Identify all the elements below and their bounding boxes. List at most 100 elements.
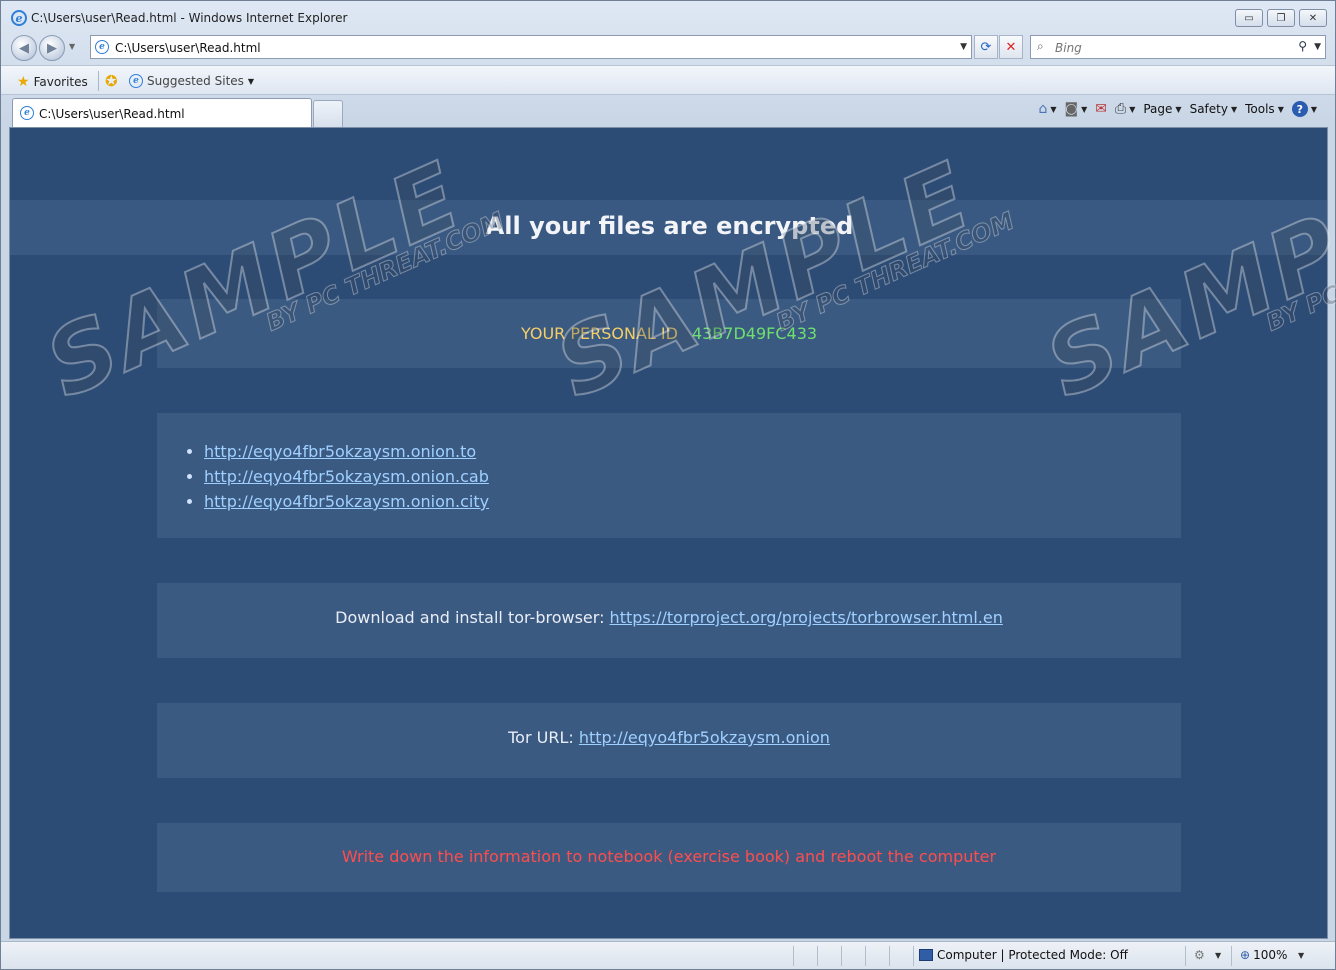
onion-link-list: http://eqyo4fbr5okzaysm.onion.to http://… (204, 439, 489, 514)
favorites-star-icon: ★ (17, 74, 30, 90)
instruction-note: Write down the information to notebook (… (341, 847, 997, 866)
security-zone[interactable]: Computer | Protected Mode: Off (919, 948, 1128, 962)
minimize-icon: ▭ (1244, 12, 1254, 24)
search-options-dropdown-icon[interactable]: ▼ (1314, 42, 1321, 52)
tor-url-line: Tor URL: http://eqyo4fbr5okzaysm.onion (157, 728, 1181, 747)
close-button[interactable]: ✕ (1299, 9, 1327, 27)
page-menu[interactable]: Page ▼ (1143, 102, 1181, 116)
close-icon: ✕ (1308, 12, 1318, 24)
tor-url-link[interactable]: http://eqyo4fbr5okzaysm.onion (579, 728, 830, 747)
tor-download-text: Download and install tor-browser: (335, 608, 610, 627)
page-dropdown-icon: ▼ (1175, 104, 1182, 114)
status-divider (889, 946, 890, 966)
personal-id-panel: YOUR PERSONAL ID 43B7D49FC433 (157, 299, 1181, 368)
status-divider (865, 946, 866, 966)
tools-dropdown-icon: ▼ (1277, 104, 1284, 114)
tab-read-html[interactable]: e C:\Users\user\Read.html (12, 98, 312, 127)
tools-menu-label: Tools (1245, 102, 1275, 116)
personal-id-line: YOUR PERSONAL ID 43B7D49FC433 (157, 324, 1181, 343)
suggested-sites-label: Suggested Sites (147, 74, 244, 88)
computer-zone-icon (919, 949, 933, 961)
search-go-icon[interactable]: ⚲ (1298, 39, 1307, 53)
window-controls: ▭ ❐ ✕ (1235, 9, 1327, 27)
tor-url-text: Tor URL: (508, 728, 579, 747)
list-item: http://eqyo4fbr5okzaysm.onion.city (204, 489, 489, 514)
personal-id-label: YOUR PERSONAL ID (520, 324, 678, 343)
status-divider (913, 946, 914, 966)
restore-button[interactable]: ❐ (1267, 9, 1295, 27)
search-input[interactable] (1055, 39, 1295, 57)
status-divider (1231, 946, 1232, 966)
print-button[interactable]: ⎙ ▼ (1115, 101, 1135, 117)
read-mail-button[interactable]: ✉ (1095, 101, 1107, 117)
home-button[interactable]: ⌂ ▼ (1038, 101, 1056, 117)
mail-icon: ✉ (1095, 101, 1107, 117)
list-item: http://eqyo4fbr5okzaysm.onion.cab (204, 464, 489, 489)
instruction-panel: Write down the information to notebook (… (157, 823, 1181, 892)
onion-links-panel: http://eqyo4fbr5okzaysm.onion.to http://… (157, 413, 1181, 538)
zoom-level: 100% (1253, 948, 1288, 962)
address-bar[interactable]: e C:\Users\user\Read.html ▼ (90, 35, 972, 59)
tor-download-link[interactable]: https://torproject.org/projects/torbrows… (610, 608, 1003, 627)
status-divider (793, 946, 794, 966)
search-box[interactable]: ⌕ ⚲ ▼ (1030, 35, 1326, 59)
home-dropdown-icon: ▼ (1050, 104, 1057, 114)
safety-menu-label: Safety (1189, 102, 1228, 116)
personal-id-value: 43B7D49FC433 (691, 324, 818, 343)
onion-link-cab[interactable]: http://eqyo4fbr5okzaysm.onion.cab (204, 467, 489, 486)
page-ie-icon: e (95, 40, 109, 54)
title-bar: e C:\Users\user\Read.html - Windows Inte… (1, 1, 1335, 35)
command-bar: ⌂ ▼ ◙ ▼ ✉ ⎙ ▼ Page ▼ Safety ▼ Tools ▼ ? ▼ (1038, 101, 1317, 117)
tools-menu[interactable]: Tools ▼ (1245, 102, 1284, 116)
back-button[interactable]: ◀ (11, 35, 37, 61)
status-divider (817, 946, 818, 966)
add-to-favorites-bar-icon[interactable]: ✪ (105, 72, 118, 90)
protected-mode-dropdown-icon[interactable]: ▼ (1215, 951, 1221, 960)
onion-link-to[interactable]: http://eqyo4fbr5okzaysm.onion.to (204, 442, 476, 461)
suggested-sites-dropdown-icon: ▼ (247, 76, 255, 86)
favorites-label: Favorites (33, 75, 88, 89)
rss-feed-icon: ◙ (1064, 101, 1079, 117)
printer-icon: ⎙ (1115, 101, 1127, 117)
address-url[interactable]: C:\Users\user\Read.html (115, 41, 261, 55)
feeds-dropdown-icon: ▼ (1081, 104, 1088, 114)
page-headline: All your files are encrypted (485, 212, 854, 240)
forward-button[interactable]: ▶ (39, 35, 65, 61)
safety-dropdown-icon: ▼ (1230, 104, 1238, 114)
status-divider (841, 946, 842, 966)
help-icon: ? (1291, 101, 1308, 117)
help-dropdown-icon: ▼ (1310, 104, 1317, 114)
tor-url-panel: Tor URL: http://eqyo4fbr5okzaysm.onion (157, 703, 1181, 778)
back-arrow-icon: ◀ (19, 40, 29, 56)
status-bar: Computer | Protected Mode: Off ⚙ ▼ ⊕ 100… (1, 941, 1335, 969)
onion-link-city[interactable]: http://eqyo4fbr5okzaysm.onion.city (204, 492, 489, 511)
zoom-magnifier-icon: ⊕ (1240, 948, 1251, 962)
favorites-separator (98, 71, 99, 91)
stop-button[interactable]: ✕ (999, 35, 1023, 59)
refresh-button[interactable]: ⟳ (974, 35, 998, 59)
address-dropdown-icon[interactable]: ▼ (960, 42, 967, 52)
print-dropdown-icon: ▼ (1129, 104, 1136, 114)
favorites-bar: ★ Favorites ✪ e Suggested Sites ▼ (1, 65, 1335, 95)
new-tab-button[interactable] (313, 100, 343, 127)
address-row: ◀ ▶ ▼ e C:\Users\user\Read.html ▼ ⟳ ✕ ⌕ … (1, 33, 1335, 63)
protected-mode-icon[interactable]: ⚙ (1194, 948, 1205, 962)
safety-menu[interactable]: Safety ▼ (1190, 102, 1238, 116)
tab-ie-icon: e (20, 106, 34, 120)
favorites-button[interactable]: ★ Favorites (17, 74, 88, 90)
minimize-button[interactable]: ▭ (1235, 9, 1263, 27)
tab-label: C:\Users\user\Read.html (39, 107, 185, 121)
restore-icon: ❐ (1276, 12, 1286, 24)
recent-pages-dropdown-icon[interactable]: ▼ (69, 42, 75, 51)
window-title: C:\Users\user\Read.html - Windows Intern… (31, 11, 348, 25)
tor-download-line: Download and install tor-browser: https:… (157, 608, 1181, 627)
zoom-dropdown-icon[interactable]: ▼ (1298, 951, 1304, 960)
stop-icon: ✕ (1005, 39, 1017, 55)
refresh-icon: ⟳ (980, 39, 992, 55)
feeds-button[interactable]: ◙ ▼ (1065, 101, 1088, 117)
security-zone-label: Computer | Protected Mode: Off (937, 948, 1128, 962)
suggested-sites-button[interactable]: e Suggested Sites ▼ (129, 74, 254, 88)
help-menu[interactable]: ? ▼ (1291, 101, 1317, 117)
zoom-control[interactable]: ⊕ 100% (1240, 948, 1287, 962)
suggested-sites-ie-icon: e (129, 74, 143, 88)
